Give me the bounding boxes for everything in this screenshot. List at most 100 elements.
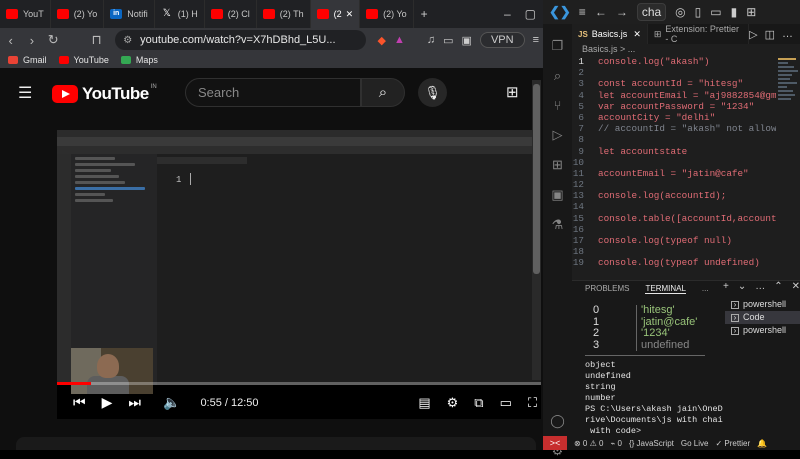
code-line[interactable]: 10 — [572, 157, 776, 168]
breadcrumb[interactable]: Basics.js > ... — [572, 44, 800, 56]
create-video-icon[interactable]: ⊞ — [506, 83, 519, 101]
layout-icon[interactable]: ▯ — [695, 5, 702, 19]
minimize-icon[interactable]: – — [497, 7, 518, 21]
sidebar-toggle-icon[interactable]: ▮ — [731, 5, 738, 19]
browser-tab[interactable]: (2) Cl — [205, 0, 257, 28]
new-terminal-icon[interactable]: + — [723, 281, 729, 292]
explorer-icon[interactable]: ❐ — [543, 38, 572, 54]
command-center-search[interactable]: cha — [636, 3, 667, 21]
copilot-icon[interactable]: ◎ — [675, 5, 685, 19]
bookmark-youtube[interactable]: YouTube — [58, 55, 109, 65]
youtube-logo[interactable]: YouTube IN — [52, 84, 157, 104]
reload-icon[interactable]: ↻ — [43, 32, 64, 48]
code-line[interactable]: 1 console.log("akash") — [572, 56, 776, 67]
code-line[interactable]: 7 // accountId = "akash" not allowe — [572, 123, 776, 134]
remote-indicator[interactable]: >< — [543, 436, 567, 450]
forward-icon[interactable]: › — [21, 33, 42, 48]
extensions-icon[interactable]: ⊞ — [543, 157, 572, 173]
wallet-icon[interactable]: ▣ — [462, 34, 472, 47]
menu-icon[interactable]: ≡ — [579, 5, 586, 19]
tab-extension-prettier[interactable]: ⊞ Extension: Prettier - C — [648, 24, 750, 44]
code-editor[interactable]: 1 console.log("akash") 2 3 const accountId =… — [572, 56, 776, 280]
music-icon[interactable]: ♫ — [427, 34, 435, 46]
tab-basics-js[interactable]: JS Basics.js ✕ — [572, 24, 648, 44]
code-line[interactable]: 6 accountCity = "delhi" — [572, 112, 776, 123]
browser-tab[interactable]: YouT — [0, 0, 51, 28]
code-line[interactable]: 18 — [572, 246, 776, 257]
code-line[interactable]: 16 — [572, 224, 776, 235]
code-line[interactable]: 14 — [572, 201, 776, 212]
code-line[interactable]: 9 let accountstate — [572, 146, 776, 157]
page-scrollbar-thumb[interactable] — [533, 84, 540, 274]
fullscreen-icon[interactable]: ⛶ — [528, 395, 537, 411]
close-icon[interactable]: ✕ — [633, 29, 641, 40]
ports-count[interactable]: ⌁ 0 — [610, 439, 622, 448]
panel-toggle-icon[interactable]: ▭ — [710, 5, 721, 19]
terminal-item-powershell[interactable]: › powershell — [725, 324, 800, 337]
close-icon[interactable]: ✕ — [346, 9, 354, 20]
browser-tab[interactable]: in Notifi — [104, 0, 155, 28]
vpn-button[interactable]: VPN — [479, 32, 525, 48]
back-icon[interactable]: ‹ — [0, 33, 21, 48]
code-line[interactable]: 12 — [572, 179, 776, 190]
bookmark-gmail[interactable]: Gmail — [8, 55, 47, 65]
language-mode[interactable]: {} JavaScript — [629, 439, 674, 448]
play-icon[interactable]: ▶ — [102, 394, 113, 411]
next-icon[interactable]: ⏭ — [128, 394, 141, 411]
testing-icon[interactable]: ⚗ — [543, 217, 572, 233]
maximize-panel-icon[interactable]: ⌃ — [774, 281, 782, 292]
brave-shield-icon[interactable]: ◆ — [378, 34, 386, 47]
minimap[interactable] — [776, 56, 800, 280]
video-progress-bar[interactable] — [57, 382, 541, 385]
browser-tab[interactable]: (2) Yo — [51, 0, 105, 28]
terminal-output[interactable]: object undefined string number PS C:\Users\a… — [585, 360, 725, 437]
run-icon[interactable]: ▷ — [749, 28, 757, 41]
bookmark-icon[interactable]: ⊓ — [86, 32, 107, 48]
terminal-dropdown-icon[interactable]: ⌄ — [738, 281, 746, 292]
code-line[interactable]: 17 console.log(typeof null) — [572, 235, 776, 246]
browser-tab[interactable]: (2) Th — [257, 0, 311, 28]
tab-terminal[interactable]: TERMINAL — [645, 284, 686, 294]
code-line[interactable]: 19 console.log(typeof undefined) — [572, 257, 776, 268]
maximize-icon[interactable]: ▢ — [518, 7, 543, 21]
browser-tab[interactable]: (2) Yo — [360, 0, 414, 28]
back-arrow-icon[interactable]: ← — [595, 5, 607, 19]
new-tab-icon[interactable]: + — [414, 7, 435, 21]
panel-more-icon[interactable]: ... — [702, 284, 709, 293]
code-line[interactable]: 15 console.table([accountId,accountE — [572, 213, 776, 224]
code-line[interactable]: 2 — [572, 67, 776, 78]
split-editor-icon[interactable]: ◫ — [765, 28, 775, 41]
panel-more-icon[interactable]: … — [755, 281, 765, 292]
terminal-item-code[interactable]: › Code — [725, 311, 800, 324]
search-input[interactable]: Search — [185, 78, 361, 107]
code-line[interactable]: 13 console.log(accountId); — [572, 190, 776, 201]
code-line[interactable]: 8 — [572, 134, 776, 145]
code-line[interactable]: 4 let accountEmail = "aj9882854@gma — [572, 90, 776, 101]
site-info-icon[interactable]: ⚙ — [123, 35, 132, 46]
code-line[interactable]: 11 accountEmail = "jatin@cafe" — [572, 168, 776, 179]
problems-count[interactable]: ⊗ 0 ⚠ 0 — [574, 439, 603, 448]
theater-mode-icon[interactable]: ▭ — [500, 395, 512, 411]
close-panel-icon[interactable]: ✕ — [792, 281, 800, 292]
bookmark-maps[interactable]: Maps — [120, 55, 158, 65]
address-bar[interactable]: ⚙ youtube.com/watch?v=X7hDBhd_L5U... — [115, 30, 366, 50]
remote-explorer-icon[interactable]: ▣ — [543, 187, 572, 203]
search-button[interactable]: ⌕ — [361, 78, 405, 107]
run-debug-icon[interactable]: ▷ — [543, 127, 572, 143]
more-actions-icon[interactable]: … — [782, 28, 793, 41]
volume-icon[interactable]: 🔈 — [163, 394, 180, 411]
code-line[interactable]: 5 var accountPassword = "1234" — [572, 101, 776, 112]
voice-search-button[interactable]: 🎙 — [418, 78, 447, 107]
forward-arrow-icon[interactable]: → — [616, 5, 628, 19]
sidebar-icon[interactable]: ▭ — [443, 34, 453, 47]
browser-tab-active[interactable]: (2 ✕ — [310, 0, 361, 28]
terminal-item-powershell[interactable]: › powershell — [725, 298, 800, 311]
brave-rewards-icon[interactable]: ▲ — [394, 34, 405, 46]
go-live-button[interactable]: Go Live — [681, 439, 709, 448]
notifications-icon[interactable]: 🔔 — [757, 439, 767, 448]
settings-icon[interactable]: ⚙ — [447, 395, 459, 411]
browser-tab[interactable]: 𝕏 (1) H — [155, 0, 205, 28]
search-icon[interactable]: ⌕ — [543, 68, 572, 84]
source-control-icon[interactable]: ⑂ — [543, 98, 572, 113]
menu-icon[interactable]: ≡ — [533, 34, 539, 46]
